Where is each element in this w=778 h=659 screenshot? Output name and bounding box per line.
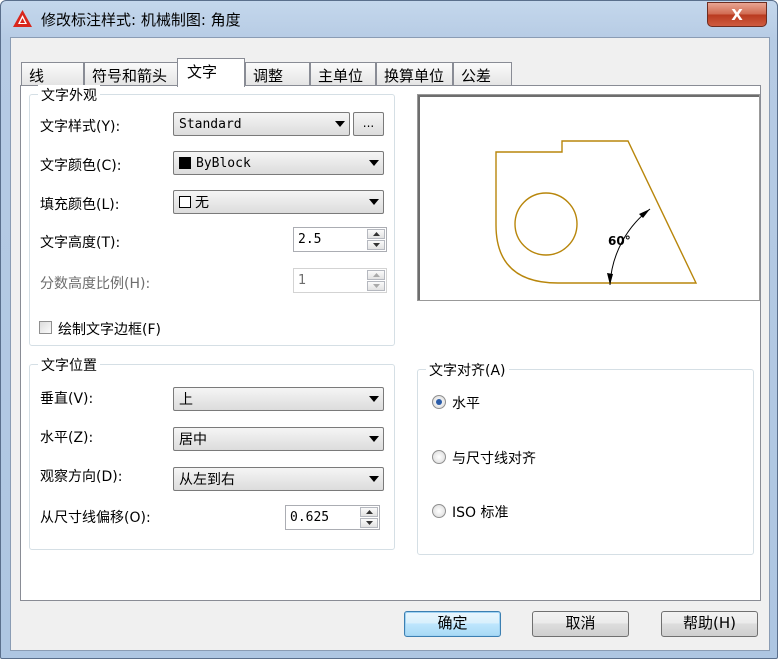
tab-primary-units[interactable]: 主单位 bbox=[310, 62, 376, 86]
horizontal-value: 居中 bbox=[179, 432, 207, 448]
tab-lines[interactable]: 线 bbox=[21, 62, 84, 86]
spin-down-icon[interactable] bbox=[360, 518, 378, 528]
text-alignment-group: 文字对齐(A) 水平 与尺寸线对齐 ISO 标准 bbox=[417, 360, 754, 555]
text-color-dropdown[interactable]: ByBlock bbox=[173, 151, 384, 175]
title-bar[interactable]: 修改标注样式: 机械制图: 角度 X bbox=[1, 1, 777, 37]
tab-fit[interactable]: 调整 bbox=[245, 62, 310, 86]
text-color-value: ByBlock bbox=[196, 155, 251, 171]
chevron-down-icon bbox=[331, 113, 349, 135]
text-appearance-title: 文字外观 bbox=[38, 85, 100, 105]
offset-label: 从尺寸线偏移(O): bbox=[40, 510, 151, 526]
text-appearance-group: 文字外观 文字样式(Y): Standard ... 文字颜色(C): ByBl… bbox=[29, 85, 395, 346]
radio-horizontal-label: 水平 bbox=[452, 396, 480, 412]
close-icon: X bbox=[731, 5, 743, 24]
cancel-button[interactable]: 取消 bbox=[532, 611, 629, 637]
window-title: 修改标注样式: 机械制图: 角度 bbox=[41, 11, 241, 29]
text-tab-page: 文字外观 文字样式(Y): Standard ... 文字颜色(C): ByBl… bbox=[20, 85, 761, 601]
text-height-spinner[interactable]: 2.5 bbox=[293, 227, 387, 252]
offset-value: 0.625 bbox=[290, 510, 330, 525]
chevron-down-icon bbox=[365, 152, 383, 174]
vertical-dropdown[interactable]: 上 bbox=[173, 387, 384, 411]
chevron-down-icon bbox=[365, 191, 383, 213]
dimension-preview-drawing: 60° bbox=[495, 140, 698, 286]
draw-frame-label: 绘制文字边框(F) bbox=[58, 322, 161, 338]
radio-horizontal[interactable] bbox=[432, 395, 446, 409]
text-height-label: 文字高度(T): bbox=[40, 235, 121, 251]
text-placement-group: 文字位置 垂直(V): 上 水平(Z): 居中 观察方向(D): 从左到右 从尺… bbox=[29, 355, 395, 550]
vertical-value: 上 bbox=[179, 392, 193, 408]
spin-down-icon[interactable] bbox=[367, 281, 385, 291]
fraction-height-label: 分数高度比例(H): bbox=[40, 276, 151, 292]
view-direction-label: 观察方向(D): bbox=[40, 469, 123, 485]
text-color-label: 文字颜色(C): bbox=[40, 158, 122, 174]
text-style-label: 文字样式(Y): bbox=[40, 119, 121, 135]
fraction-height-spinner[interactable]: 1 bbox=[293, 268, 387, 293]
vertical-label: 垂直(V): bbox=[40, 391, 94, 407]
spin-up-icon[interactable] bbox=[360, 507, 378, 517]
tab-symbols-arrows[interactable]: 符号和箭头 bbox=[84, 62, 187, 86]
preview-panel: 60° bbox=[417, 94, 760, 301]
horizontal-label: 水平(Z): bbox=[40, 430, 94, 446]
tab-tolerances[interactable]: 公差 bbox=[453, 62, 512, 86]
color-swatch-empty-icon bbox=[179, 196, 191, 208]
radio-iso-standard[interactable] bbox=[432, 504, 446, 518]
text-style-value: Standard bbox=[179, 116, 242, 132]
radio-aligned[interactable] bbox=[432, 450, 446, 464]
close-button[interactable]: X bbox=[707, 2, 767, 27]
draw-frame-checkbox[interactable] bbox=[39, 321, 52, 334]
fraction-height-value: 1 bbox=[298, 273, 307, 288]
view-direction-value: 从左到右 bbox=[179, 472, 235, 488]
offset-spinner[interactable]: 0.625 bbox=[285, 505, 380, 530]
text-height-value: 2.5 bbox=[298, 232, 322, 247]
view-direction-dropdown[interactable]: 从左到右 bbox=[173, 467, 384, 491]
chevron-down-icon bbox=[365, 468, 383, 490]
tab-text[interactable]: 文字 bbox=[177, 58, 245, 87]
text-placement-title: 文字位置 bbox=[38, 355, 100, 375]
tab-alternate-units[interactable]: 换算单位 bbox=[376, 62, 453, 86]
horizontal-dropdown[interactable]: 居中 bbox=[173, 427, 384, 451]
dialog-client: 线 符号和箭头 文字 调整 主单位 换算单位 公差 文字外观 文字样式(Y): … bbox=[10, 37, 770, 651]
text-style-browse-button[interactable]: ... bbox=[353, 112, 384, 136]
fill-color-value: 无 bbox=[195, 195, 209, 211]
radio-aligned-label: 与尺寸线对齐 bbox=[452, 451, 536, 467]
spin-up-icon[interactable] bbox=[367, 270, 385, 280]
angle-dimension-text: 60° bbox=[608, 234, 631, 248]
ok-button[interactable]: 确定 bbox=[404, 611, 501, 637]
text-style-dropdown[interactable]: Standard bbox=[173, 112, 350, 136]
radio-iso-label: ISO 标准 bbox=[452, 505, 509, 521]
spin-up-icon[interactable] bbox=[367, 229, 385, 239]
autocad-app-icon bbox=[13, 10, 32, 27]
fill-color-label: 填充颜色(L): bbox=[40, 197, 120, 213]
fill-color-dropdown[interactable]: 无 bbox=[173, 190, 384, 214]
spin-down-icon[interactable] bbox=[367, 240, 385, 250]
help-button[interactable]: 帮助(H) bbox=[661, 611, 758, 637]
dialog-window: 修改标注样式: 机械制图: 角度 X 线 符号和箭头 文字 调整 主单位 换算单… bbox=[0, 0, 778, 659]
chevron-down-icon bbox=[365, 428, 383, 450]
chevron-down-icon bbox=[365, 388, 383, 410]
color-swatch-icon bbox=[179, 157, 191, 169]
text-alignment-title: 文字对齐(A) bbox=[426, 360, 509, 380]
